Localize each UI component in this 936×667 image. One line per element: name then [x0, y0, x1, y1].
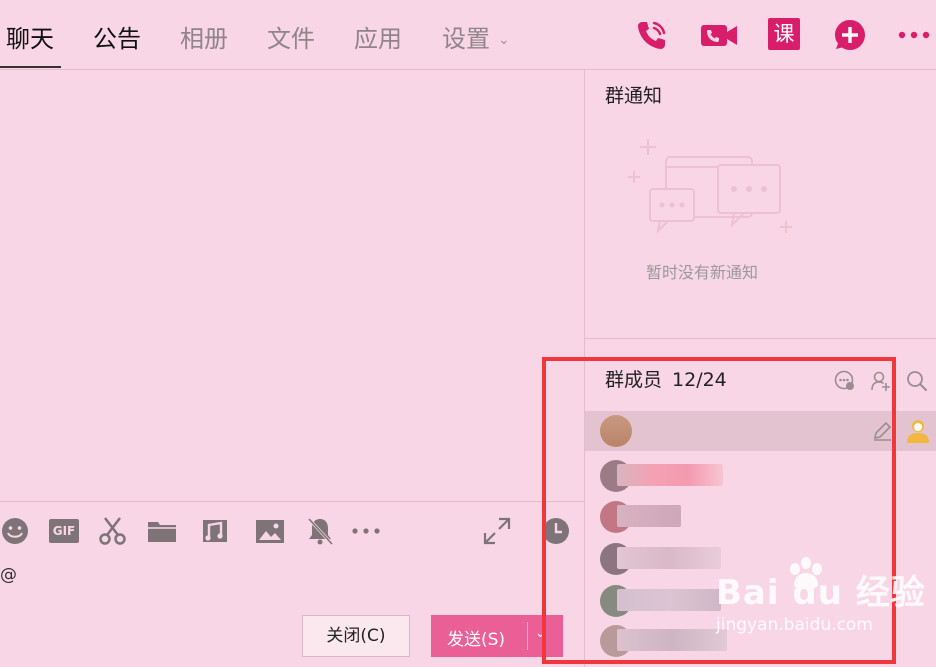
scissors-icon[interactable] — [98, 516, 128, 546]
input-area-divider — [0, 501, 584, 502]
tab-settings-label: 设置 — [442, 25, 490, 53]
tab-files[interactable]: 文件 — [267, 22, 315, 56]
emoji-icon[interactable] — [0, 516, 30, 546]
music-icon[interactable] — [200, 516, 230, 546]
close-button[interactable]: 关闭(C) — [302, 615, 410, 657]
chevron-down-icon: ⌄ — [498, 32, 510, 48]
expand-icon[interactable] — [482, 516, 512, 546]
owner-icon — [907, 420, 929, 443]
video-icon[interactable] — [700, 18, 738, 52]
tab-chat[interactable]: 聊天 — [6, 22, 54, 56]
empty-notice-illustration — [628, 139, 792, 235]
right-panel-divider — [585, 338, 936, 339]
watermark-url: jingyan.baidu.com — [716, 615, 873, 635]
paw-icon — [790, 557, 822, 589]
tab-apps[interactable]: 应用 — [354, 22, 402, 56]
gif-icon[interactable]: GIF — [49, 519, 79, 543]
tab-announcement[interactable]: 公告 — [93, 22, 141, 56]
search-icon[interactable] — [906, 370, 928, 392]
empty-notice-text: 暂时没有新通知 — [646, 263, 759, 282]
tab-album[interactable]: 相册 — [180, 22, 228, 56]
bell-off-icon[interactable] — [305, 516, 335, 546]
send-split-divider — [527, 622, 528, 650]
more-tools-icon[interactable] — [350, 516, 384, 546]
send-button-label: 发送(S) — [447, 630, 506, 650]
add-icon[interactable] — [833, 18, 867, 52]
phone-icon[interactable] — [634, 18, 668, 52]
tab-settings[interactable]: 设置 ⌄ — [442, 22, 510, 57]
group-notice-title: 群通知 — [605, 85, 663, 107]
course-icon[interactable]: 课 — [768, 18, 800, 50]
folder-icon[interactable] — [147, 516, 177, 546]
top-tab-bar: 聊天 公告 相册 文件 应用 设置 ⌄ 课 — [0, 0, 936, 70]
active-tab-indicator — [0, 66, 61, 68]
message-input[interactable]: @ — [0, 565, 17, 585]
more-icon[interactable] — [897, 18, 931, 52]
image-icon[interactable] — [255, 516, 285, 546]
watermark: Bai du 经验 jingyan.baidu.com — [716, 557, 926, 635]
